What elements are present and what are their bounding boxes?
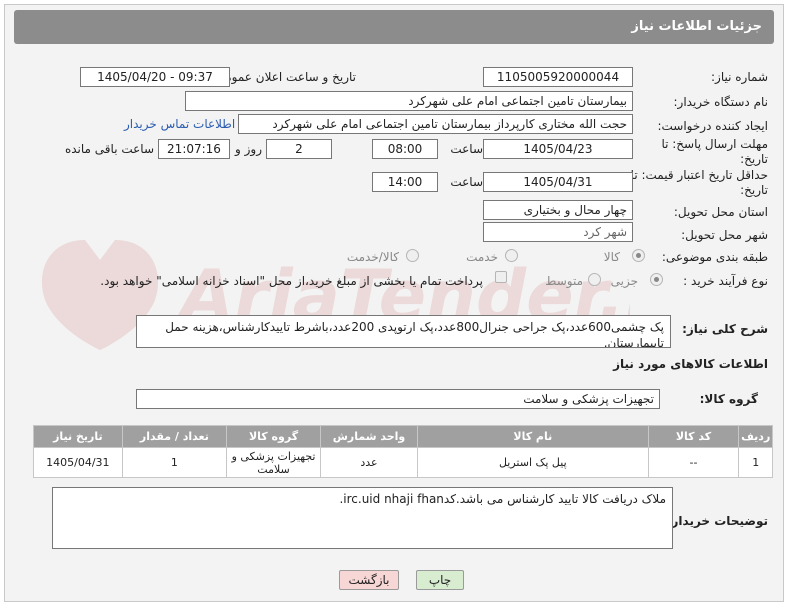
cell-date: 1405/04/31 <box>33 447 123 478</box>
buyer-notes-field: ملاک دریافت کالا تایید کارشناس می باشد.ک… <box>52 487 673 549</box>
goods-table-header-row: ردیف کد کالا نام کالا واحد شمارش گروه کا… <box>33 425 773 448</box>
process-option-minor: جزیی <box>610 274 638 288</box>
reply-remaining-field: 21:07:16 <box>158 139 230 159</box>
back-button[interactable]: بازگشت <box>339 570 399 590</box>
cell-code: -- <box>647 447 740 478</box>
cell-qty: 1 <box>121 447 228 478</box>
price-date-field: 1405/04/31 <box>483 172 633 192</box>
price-time-label: ساعت <box>450 175 483 189</box>
cell-group: تجهیزات پزشکی و سلامت <box>226 447 321 478</box>
price-time-field: 14:00 <box>372 172 438 192</box>
announce-datetime-field: 1405/04/20 - 09:37 <box>80 67 230 87</box>
buyer-contact-link[interactable]: اطلاعات تماس خریدار <box>124 117 235 131</box>
city-field: شهر کرد <box>483 222 633 242</box>
announce-datetime-label: تاریخ و ساعت اعلان عمومی: <box>211 70 356 84</box>
col-qty: تعداد / مقدار <box>121 425 228 448</box>
creator-label: ایجاد کننده درخواست: <box>657 119 768 133</box>
cell-unit: عدد <box>319 447 419 478</box>
days-and-label: روز و <box>235 142 262 156</box>
goods-group-label: گروه کالا: <box>699 392 758 406</box>
general-desc-field: پک چشمی600عدد،پک جراحی جنرال800عدد،پک ار… <box>136 315 671 348</box>
print-button[interactable]: چاپ <box>416 570 464 590</box>
reply-time-label: ساعت <box>450 142 483 156</box>
reply-days-field: 2 <box>266 139 332 159</box>
category-radio-goods[interactable] <box>632 249 645 262</box>
reply-time-field: 08:00 <box>372 139 438 159</box>
price-validity-label: حداقل تاریخ اعتبار قیمت: تا تاریخ: <box>630 168 768 197</box>
remaining-label: ساعت باقی مانده <box>64 142 154 156</box>
process-radio-minor[interactable] <box>650 273 663 286</box>
goods-table: ردیف کد کالا نام کالا واحد شمارش گروه کا… <box>33 425 773 478</box>
col-group: گروه کالا <box>226 425 321 448</box>
category-radio-goods-service[interactable] <box>406 249 419 262</box>
province-field: چهار محال و بختیاری <box>483 200 633 220</box>
need-number-field: 1105005920000044 <box>483 67 633 87</box>
goods-info-title: اطلاعات کالاهای مورد نیاز <box>613 357 768 371</box>
general-desc-label: شرح کلی نیاز: <box>682 322 768 336</box>
goods-group-field: تجهیزات پزشکی و سلامت <box>136 389 660 409</box>
process-option-medium: متوسط <box>545 274 583 288</box>
buyer-notes-label: توضیحات خریدار: <box>666 514 768 528</box>
col-date: تاریخ نیاز <box>33 425 123 448</box>
process-type-label: نوع فرآیند خرید : <box>683 274 768 288</box>
category-label: طبقه بندی موضوعی: <box>661 250 768 264</box>
col-code: کد کالا <box>647 425 740 448</box>
category-radio-service[interactable] <box>505 249 518 262</box>
table-row: 1 -- پیل پک استریل عدد تجهیزات پزشکی و س… <box>33 447 773 478</box>
reply-date-field: 1405/04/23 <box>483 139 633 159</box>
category-option-goods: کالا <box>603 250 620 264</box>
need-number-label: شماره نیاز: <box>711 70 768 84</box>
cell-name: پیل پک استریل <box>417 447 649 478</box>
col-row: ردیف <box>738 425 773 448</box>
col-name: نام کالا <box>417 425 649 448</box>
city-label: شهر محل تحویل: <box>681 228 768 242</box>
province-label: استان محل تحویل: <box>673 205 768 219</box>
partial-payment-text: پرداخت تمام یا بخشی از مبلغ خرید،از محل … <box>100 274 483 288</box>
category-option-goods-service: کالا/خدمت <box>346 250 399 264</box>
process-radio-medium[interactable] <box>588 273 601 286</box>
category-option-service: خدمت <box>466 250 498 264</box>
buyer-org-field: بیمارستان تامین اجتماعی امام علی شهرکرد <box>185 91 633 111</box>
col-unit: واحد شمارش <box>319 425 419 448</box>
creator-field: حجت الله مختاری کارپرداز بیمارستان تامین… <box>238 114 633 134</box>
page-header: جزئیات اطلاعات نیاز <box>14 10 774 44</box>
reply-deadline-label: مهلت ارسال پاسخ: تا تاریخ: <box>661 137 768 166</box>
page-title: جزئیات اطلاعات نیاز <box>631 19 762 34</box>
buyer-org-label: نام دستگاه خریدار: <box>673 95 769 109</box>
cell-row: 1 <box>738 447 773 478</box>
partial-payment-checkbox[interactable] <box>495 271 507 283</box>
